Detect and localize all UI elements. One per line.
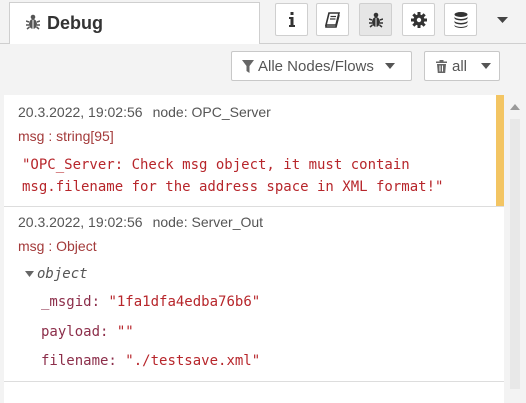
filter-icon bbox=[242, 59, 254, 73]
scroll-up-icon[interactable] bbox=[510, 103, 520, 110]
property-value: "" bbox=[116, 324, 134, 340]
message-timestamp: 20.3.2022, 19:02:56 bbox=[18, 104, 143, 120]
chevron-down-icon bbox=[384, 62, 395, 69]
info-button[interactable] bbox=[275, 3, 308, 36]
object-property: payload: "" bbox=[41, 324, 134, 340]
filter-nodes-label: Alle Nodes/Flows bbox=[258, 57, 374, 75]
property-key: _msgid: bbox=[41, 294, 101, 310]
config-button[interactable] bbox=[402, 3, 435, 36]
message-node-link[interactable]: node: Server_Out bbox=[153, 214, 264, 230]
tab-debug[interactable]: Debug bbox=[9, 2, 260, 44]
gear-icon bbox=[410, 11, 427, 28]
panel-title: Debug bbox=[47, 13, 103, 33]
object-property: _msgid: "1fa1dfa4edba76b6" bbox=[41, 294, 260, 310]
caret-down-icon bbox=[25, 270, 34, 277]
book-icon bbox=[324, 11, 340, 28]
object-property: filename: "./testsave.xml" bbox=[41, 353, 260, 369]
property-key: payload: bbox=[41, 324, 109, 340]
sidebar-header: Debug bbox=[0, 0, 526, 44]
info-icon bbox=[288, 11, 295, 27]
scrollbar[interactable] bbox=[504, 95, 526, 403]
help-button[interactable] bbox=[316, 3, 349, 36]
property-key: filename: bbox=[41, 353, 117, 369]
message-meta: 20.3.2022, 19:02:56 node: OPC_Server bbox=[18, 104, 271, 120]
debug-message[interactable]: 20.3.2022, 19:02:56 node: OPC_Server msg … bbox=[4, 95, 504, 206]
message-topic: msg : string[95] bbox=[18, 128, 114, 144]
chevron-down-icon bbox=[481, 62, 492, 69]
object-toggle[interactable]: object bbox=[25, 266, 88, 282]
bug-icon bbox=[368, 12, 383, 28]
message-string-line: "OPC_Server: Check msg object, it must c… bbox=[22, 157, 410, 173]
debug-message[interactable]: 20.3.2022, 19:02:56 node: Server_Out msg … bbox=[4, 206, 504, 381]
property-value: "1fa1dfa4edba76b6" bbox=[108, 294, 261, 310]
property-value: "./testsave.xml" bbox=[125, 353, 261, 369]
clear-label: all bbox=[452, 57, 468, 75]
message-timestamp: 20.3.2022, 19:02:56 bbox=[18, 214, 143, 230]
filter-nodes-button[interactable]: Alle Nodes/Flows bbox=[231, 51, 412, 81]
message-topic: msg : Object bbox=[18, 238, 97, 254]
debug-message-list[interactable]: 20.3.2022, 19:02:56 node: OPC_Server msg … bbox=[4, 95, 504, 403]
context-data-button[interactable] bbox=[444, 3, 477, 36]
trash-icon bbox=[436, 59, 447, 73]
debug-button[interactable] bbox=[359, 3, 392, 36]
clear-messages-button[interactable]: all bbox=[424, 51, 500, 81]
message-meta: 20.3.2022, 19:02:56 node: Server_Out bbox=[18, 214, 263, 230]
database-icon bbox=[454, 11, 467, 28]
message-string-line: msg.filename for the address space in XM… bbox=[22, 179, 444, 195]
divider bbox=[4, 381, 504, 382]
message-node-link[interactable]: node: OPC_Server bbox=[153, 104, 271, 120]
chevron-down-icon[interactable] bbox=[496, 15, 509, 25]
object-label: object bbox=[37, 266, 88, 282]
scrollbar-thumb[interactable] bbox=[510, 119, 520, 389]
bug-icon bbox=[26, 14, 40, 30]
debug-toolbar: Alle Nodes/Flows all bbox=[0, 44, 526, 95]
